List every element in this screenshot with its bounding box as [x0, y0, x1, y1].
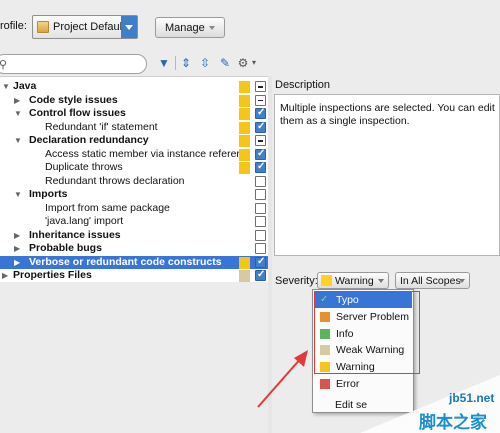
enable-checkbox[interactable] [255, 216, 266, 227]
enable-checkbox[interactable] [255, 106, 266, 119]
severity-value: Warning [335, 275, 374, 287]
tree-row-label: Verbose or redundant code constructs [29, 255, 222, 268]
tree-row-label: 'java.lang' import [45, 215, 124, 227]
inspections-tree[interactable]: ▼ Java ▶ Code style issues ▼ Control flow iss… [0, 76, 268, 282]
tree-row-label: Java [13, 80, 37, 92]
enable-checkbox[interactable] [255, 202, 266, 214]
severity-indicator [239, 108, 250, 120]
expand-all-icon[interactable]: ⇕ [179, 56, 193, 70]
tree-row-label: Duplicate throws [45, 161, 123, 173]
enable-checkbox[interactable] [255, 229, 266, 241]
severity-indicator [239, 135, 250, 147]
tree-row-label: Probable bugs [29, 242, 102, 254]
severity-combo[interactable]: Warning [317, 272, 389, 289]
scope-combo[interactable]: In All Scopes [395, 272, 470, 289]
expand-arrow-icon[interactable]: ▶ [14, 94, 20, 107]
tree-row-label: Access static member via instance refere… [45, 147, 240, 160]
tree-row[interactable]: ▼ Java [0, 80, 268, 94]
collapse-arrow-icon[interactable]: ▼ [14, 107, 22, 120]
severity-indicator [239, 162, 250, 174]
description-text: Multiple inspections are selected. You c… [280, 102, 495, 127]
enable-checkbox[interactable] [255, 189, 266, 200]
watermark-site: jb51.net [449, 391, 495, 405]
enable-checkbox[interactable] [255, 243, 266, 254]
enable-checkbox[interactable] [255, 255, 266, 268]
profile-combo[interactable]: Project Default [32, 15, 138, 39]
severity-indicator [239, 121, 250, 134]
tree-row[interactable]: ▼ Imports [0, 188, 268, 202]
profile-label: rofile: [0, 20, 27, 32]
tree-empty-area [0, 282, 268, 433]
tree-row[interactable]: Duplicate throws [0, 160, 268, 175]
tree-row[interactable]: Access static member via instance refere… [0, 147, 268, 162]
tree-row[interactable]: ▼ Control flow issues [0, 106, 268, 121]
tree-row-label: Declaration redundancy [29, 134, 149, 146]
tree-row-label: Redundant throws declaration [45, 174, 185, 187]
severity-color-swatch [321, 275, 332, 286]
tree-row[interactable]: ▶ Inheritance issues [0, 229, 268, 243]
severity-option-label: Error [336, 378, 360, 390]
tree-row[interactable]: Redundant throws declaration [0, 175, 268, 189]
chevron-down-icon [378, 279, 384, 283]
tree-row[interactable]: ▼ Declaration redundancy [0, 134, 268, 148]
tree-row-label: Redundant 'if' statement [45, 120, 158, 133]
filter-icon[interactable]: ▼ [157, 56, 171, 70]
enable-checkbox[interactable] [255, 120, 266, 133]
search-icon: ⚲ [0, 59, 8, 71]
severity-indicator [239, 148, 250, 161]
scope-label: In All Scopes [400, 275, 461, 287]
enable-checkbox[interactable] [255, 135, 266, 146]
chevron-down-icon[interactable] [121, 16, 137, 38]
chevron-down-icon [459, 279, 465, 283]
tree-row[interactable]: ▶ Properties Files [0, 268, 268, 283]
severity-indicator [239, 256, 250, 269]
expand-arrow-icon[interactable]: ▶ [2, 269, 8, 282]
enable-checkbox[interactable] [255, 268, 266, 281]
severity-indicator [239, 270, 250, 282]
tree-row-label: Imports [29, 188, 68, 200]
settings-dropdown-icon[interactable]: ▾ [247, 56, 261, 70]
description-title: Description [275, 79, 331, 91]
enable-checkbox[interactable] [255, 94, 266, 106]
watermark-brand: 脚本之家 [419, 413, 487, 432]
reset-icon[interactable]: ✎ [218, 56, 232, 70]
enable-checkbox[interactable] [255, 160, 266, 173]
tree-row[interactable]: ▶ Probable bugs [0, 242, 268, 256]
tree-row[interactable]: ▶ Code style issues [0, 94, 268, 108]
collapse-arrow-icon[interactable]: ▼ [14, 134, 22, 147]
annotation-arrow [257, 350, 308, 408]
tree-row-label: Code style issues [29, 93, 118, 106]
search-input[interactable]: ⚲ [0, 54, 147, 74]
profile-icon [37, 21, 49, 33]
expand-arrow-icon[interactable]: ▶ [14, 242, 20, 255]
tree-row-label: Control flow issues [29, 107, 126, 119]
tree-row[interactable]: ▶ Verbose or redundant code constructs [0, 255, 268, 269]
tree-row[interactable]: Redundant 'if' statement [0, 120, 268, 135]
tree-row[interactable]: Import from same package [0, 202, 268, 216]
collapse-all-icon[interactable]: ⇳ [198, 56, 212, 70]
severity-indicator [239, 81, 250, 93]
tree-row-label: Import from same package [45, 201, 170, 214]
enable-checkbox[interactable] [255, 175, 266, 187]
enable-checkbox[interactable] [255, 147, 266, 160]
severity-label: Severity: [275, 275, 318, 287]
collapse-arrow-icon[interactable]: ▼ [2, 80, 10, 93]
tree-row[interactable]: 'java.lang' import [0, 215, 268, 229]
severity-color-swatch [320, 379, 330, 389]
tree-row-label: Inheritance issues [29, 228, 121, 241]
manage-button[interactable]: Manage [155, 17, 225, 38]
severity-indicator [239, 94, 250, 107]
toolbar-separator [175, 56, 176, 70]
expand-arrow-icon[interactable]: ▶ [14, 229, 20, 242]
description-panel: Multiple inspections are selected. You c… [274, 94, 500, 256]
enable-checkbox[interactable] [255, 81, 266, 92]
expand-arrow-icon[interactable]: ▶ [14, 256, 20, 269]
tree-row-label: Properties Files [13, 269, 92, 281]
collapse-arrow-icon[interactable]: ▼ [14, 188, 22, 201]
profile-value: Project Default [53, 21, 126, 33]
highlight-box [314, 291, 420, 374]
